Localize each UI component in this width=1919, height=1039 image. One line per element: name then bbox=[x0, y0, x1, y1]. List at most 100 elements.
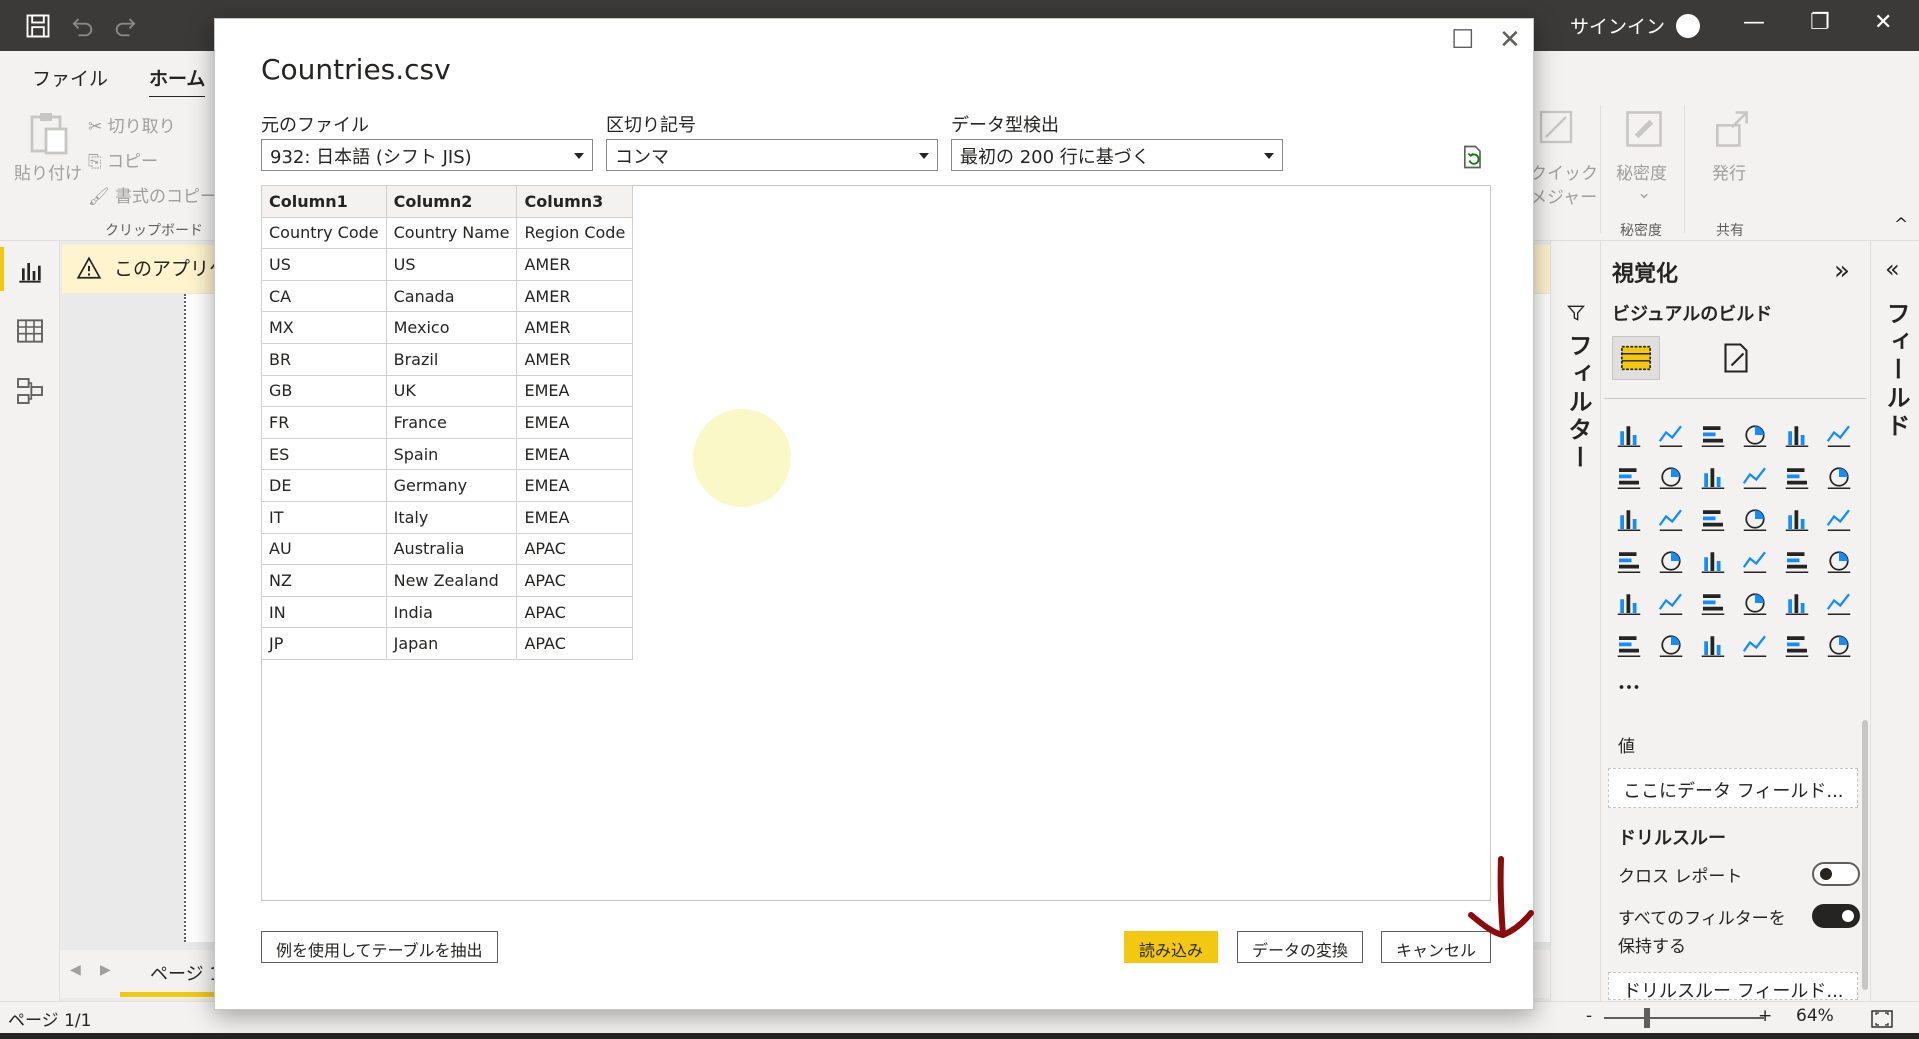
delimiter-select[interactable]: コンマ bbox=[606, 139, 938, 171]
copy-button[interactable]: ⎘ コピー bbox=[88, 147, 158, 172]
restore-icon[interactable]: ❐ bbox=[1810, 10, 1830, 35]
clustered-bar-chart-icon[interactable] bbox=[1698, 420, 1728, 450]
table-cell[interactable]: AMER bbox=[516, 311, 634, 344]
table-cell[interactable]: Italy bbox=[385, 500, 518, 534]
paginated-report-icon[interactable] bbox=[1740, 630, 1770, 660]
table-cell[interactable]: EMEA bbox=[516, 500, 634, 534]
column-header[interactable]: Column3 bbox=[516, 185, 634, 218]
table-cell[interactable]: FR bbox=[261, 406, 387, 439]
values-well[interactable]: ここにデータ フィールド... bbox=[1608, 768, 1858, 808]
table-cell[interactable]: France bbox=[385, 406, 518, 439]
power-automate-icon[interactable] bbox=[1824, 630, 1854, 660]
table-cell[interactable]: AMER bbox=[516, 342, 634, 376]
table-cell[interactable]: India bbox=[385, 595, 518, 629]
table-cell[interactable]: AMER bbox=[516, 248, 634, 281]
100-column-chart-icon[interactable] bbox=[1824, 420, 1854, 450]
cross-report-toggle[interactable] bbox=[1812, 862, 1860, 886]
table-cell[interactable]: JP bbox=[261, 627, 387, 660]
python-visual-icon[interactable] bbox=[1782, 588, 1812, 618]
build-visual-tab[interactable] bbox=[1612, 336, 1660, 380]
donut-chart-icon[interactable] bbox=[1782, 504, 1812, 534]
table-icon[interactable] bbox=[1656, 588, 1686, 618]
filter-pane-collapsed[interactable]: フィルター bbox=[1550, 241, 1600, 1001]
zoom-in-button[interactable]: + bbox=[1758, 1006, 1772, 1026]
treemap-icon[interactable] bbox=[1824, 504, 1854, 534]
detect-select[interactable]: 最初の 200 行に基づく bbox=[951, 139, 1283, 171]
table-cell[interactable]: Brazil bbox=[385, 342, 518, 376]
paste-label[interactable]: 貼り付け bbox=[14, 159, 82, 184]
area-chart-icon[interactable] bbox=[1656, 462, 1686, 492]
table-cell[interactable]: AMER bbox=[516, 279, 634, 313]
gauge-icon[interactable] bbox=[1698, 546, 1728, 576]
table-cell[interactable]: BR bbox=[261, 342, 387, 376]
stacked-area-chart-icon[interactable] bbox=[1698, 462, 1728, 492]
load-button[interactable]: 読み込み bbox=[1124, 931, 1219, 963]
format-visual-icon[interactable] bbox=[1718, 340, 1754, 376]
report-view-icon[interactable] bbox=[14, 255, 46, 287]
sensitivity-icon[interactable] bbox=[1622, 107, 1666, 151]
table-cell[interactable]: DE bbox=[261, 469, 387, 502]
table-cell[interactable]: APAC bbox=[516, 532, 634, 566]
signin-link[interactable]: サインイン bbox=[1570, 12, 1665, 39]
line-column-chart-icon[interactable] bbox=[1740, 462, 1770, 492]
table-cell[interactable]: Australia bbox=[385, 532, 518, 566]
table-cell[interactable]: Spain bbox=[385, 437, 518, 471]
drillthrough-well[interactable]: ドリルスルー フィールド... bbox=[1608, 972, 1858, 1000]
table-cell[interactable]: AU bbox=[261, 532, 387, 566]
table-cell[interactable]: IT bbox=[261, 500, 387, 534]
table-cell[interactable]: IN bbox=[261, 595, 387, 629]
table-cell[interactable]: US bbox=[261, 248, 387, 281]
matrix-icon[interactable] bbox=[1698, 588, 1728, 618]
table-cell[interactable]: Region Code bbox=[516, 216, 634, 250]
publish-icon[interactable] bbox=[1710, 107, 1754, 151]
key-influencers-icon[interactable] bbox=[1824, 588, 1854, 618]
close-dialog-icon[interactable]: ✕ bbox=[1499, 25, 1521, 55]
stacked-column-chart-icon[interactable] bbox=[1656, 420, 1686, 450]
page-next-icon[interactable]: ▶ bbox=[100, 962, 111, 978]
extract-table-button[interactable]: 例を使用してテーブルを抽出 bbox=[261, 931, 498, 963]
slicer-icon[interactable] bbox=[1614, 588, 1644, 618]
table-cell[interactable]: US bbox=[385, 248, 518, 281]
table-cell[interactable]: UK bbox=[385, 374, 518, 408]
publish-label[interactable]: 発行 bbox=[1712, 159, 1746, 184]
more-visuals-icon[interactable] bbox=[1614, 672, 1644, 702]
table-cell[interactable]: EMEA bbox=[516, 437, 634, 471]
table-cell[interactable]: APAC bbox=[516, 627, 634, 660]
refresh-icon[interactable] bbox=[1459, 143, 1487, 171]
paste-icon[interactable] bbox=[24, 109, 72, 157]
tab-home[interactable]: ホーム bbox=[149, 64, 206, 99]
table-cell[interactable]: Canada bbox=[385, 279, 518, 313]
zoom-out-button[interactable]: - bbox=[1586, 1006, 1592, 1026]
table-cell[interactable]: ES bbox=[261, 437, 387, 471]
r-visual-icon[interactable] bbox=[1740, 588, 1770, 618]
line-clustered-chart-icon[interactable] bbox=[1782, 462, 1812, 492]
map-icon[interactable] bbox=[1614, 546, 1644, 576]
maximize-dialog-icon[interactable]: ☐ bbox=[1451, 25, 1474, 55]
sensitivity-label[interactable]: 秘密度 bbox=[1616, 159, 1667, 184]
power-apps-icon[interactable] bbox=[1782, 630, 1812, 660]
page-prev-icon[interactable]: ◀ bbox=[70, 962, 81, 978]
table-cell[interactable]: Mexico bbox=[385, 311, 518, 344]
redo-icon[interactable] bbox=[112, 12, 140, 40]
table-view-icon[interactable] bbox=[14, 315, 46, 347]
table-cell[interactable]: Japan bbox=[385, 627, 518, 660]
table-cell[interactable]: EMEA bbox=[516, 406, 634, 439]
100-bar-chart-icon[interactable] bbox=[1782, 420, 1812, 450]
save-icon[interactable] bbox=[24, 12, 52, 40]
model-view-icon[interactable] bbox=[14, 375, 46, 407]
funnel-chart-icon[interactable] bbox=[1656, 504, 1686, 534]
fields-expand-icon[interactable]: « bbox=[1885, 255, 1900, 283]
qa-icon[interactable] bbox=[1656, 630, 1686, 660]
table-cell[interactable]: Germany bbox=[385, 469, 518, 502]
zoom-slider-thumb[interactable] bbox=[1644, 1008, 1650, 1028]
table-cell[interactable]: New Zealand bbox=[385, 564, 518, 597]
table-cell[interactable]: EMEA bbox=[516, 469, 634, 502]
table-cell[interactable]: GB bbox=[261, 374, 387, 408]
fit-page-icon[interactable] bbox=[1870, 1008, 1894, 1030]
smart-narrative-icon[interactable] bbox=[1698, 630, 1728, 660]
table-cell[interactable]: NZ bbox=[261, 564, 387, 597]
quick-measure-label[interactable]: クイック bbox=[1530, 159, 1598, 184]
line-chart-icon[interactable] bbox=[1614, 462, 1644, 492]
transform-data-button[interactable]: データの変換 bbox=[1237, 931, 1364, 963]
multi-row-card-icon[interactable] bbox=[1782, 546, 1812, 576]
